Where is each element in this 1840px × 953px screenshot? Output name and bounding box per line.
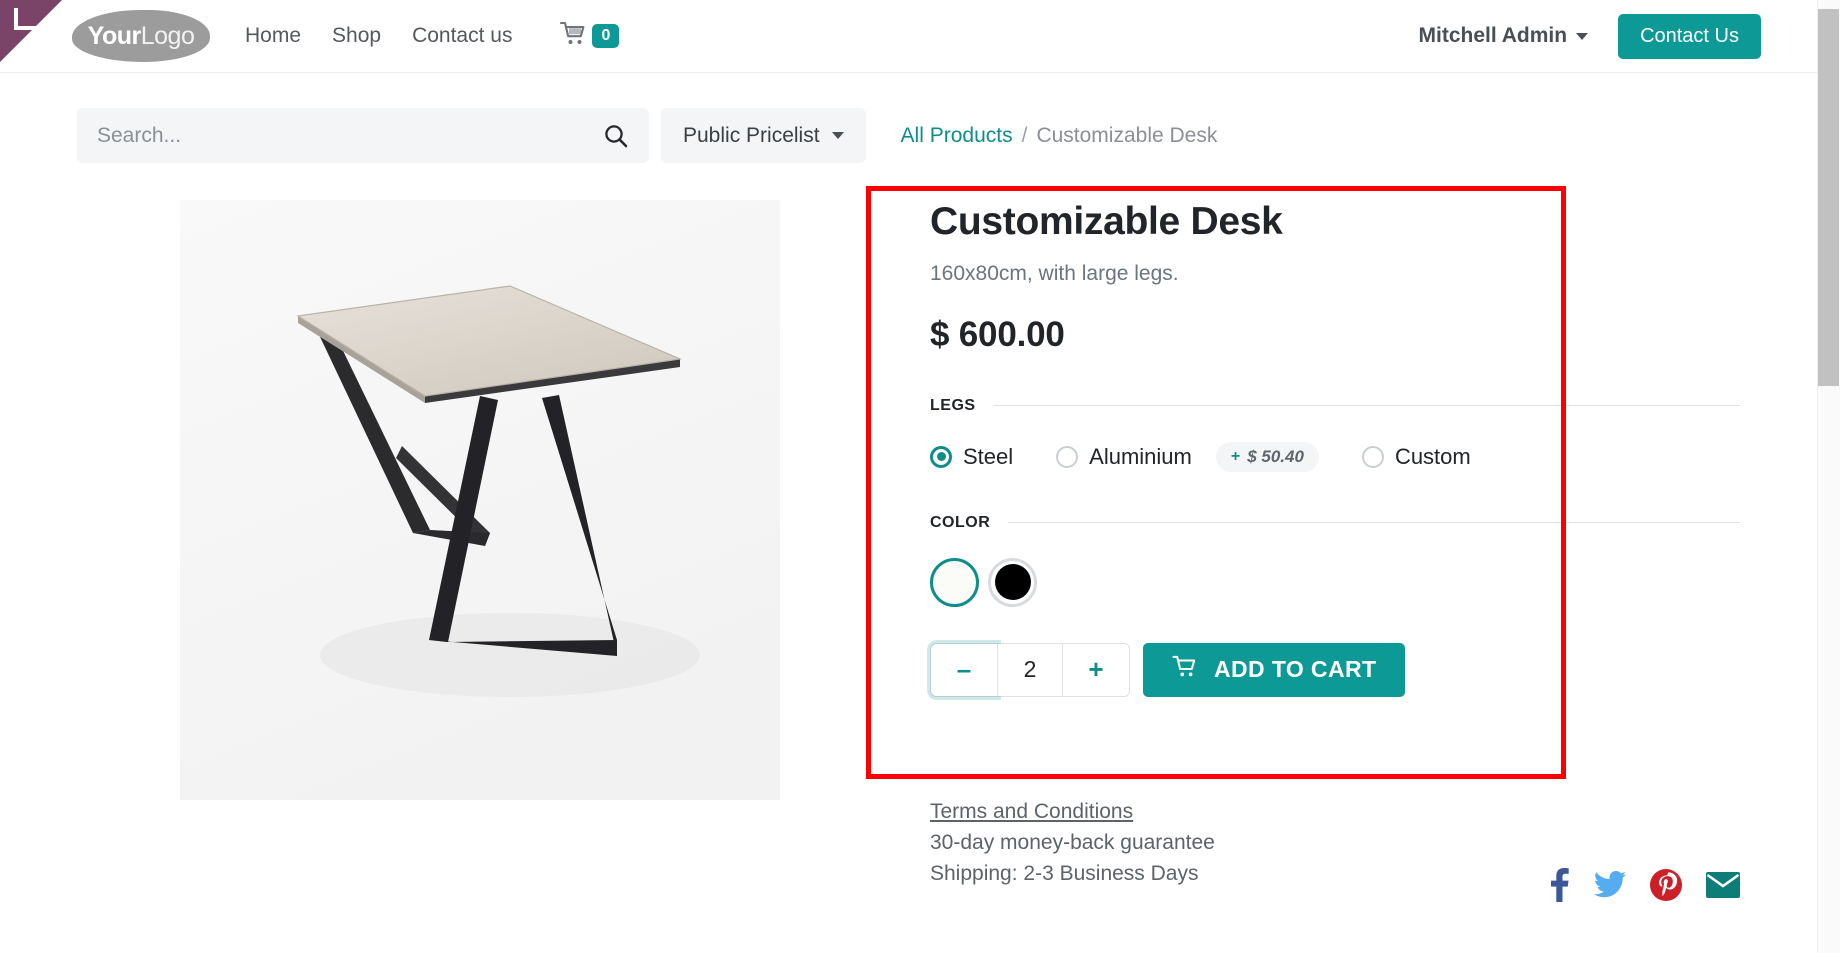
cart-link[interactable]: 0 — [560, 21, 620, 52]
breadcrumb-all-products[interactable]: All Products — [901, 124, 1013, 148]
nav-links: Home Shop Contact us — [243, 20, 514, 52]
plus-sign: + — [1230, 447, 1241, 465]
attribute-options-color — [930, 557, 1740, 607]
shopping-cart-icon — [560, 21, 588, 52]
radio-label-aluminium: Aluminium — [1089, 443, 1192, 469]
nav-link-shop[interactable]: Shop — [330, 20, 383, 52]
product-image[interactable] — [180, 200, 780, 800]
page-scrollbar-track[interactable] — [1817, 0, 1840, 953]
extra-price-value: $ 50.40 — [1247, 446, 1304, 466]
product-subtitle: 160x80cm, with large legs. — [930, 261, 1179, 285]
breadcrumb: All Products / Customizable Desk — [901, 124, 1218, 148]
radio-indicator-aluminium[interactable] — [1056, 445, 1079, 468]
user-menu-label: Mitchell Admin — [1418, 24, 1568, 47]
radio-indicator-custom[interactable] — [1361, 445, 1384, 468]
radio-option-custom[interactable]: Custom — [1361, 443, 1471, 470]
divider — [993, 405, 1740, 407]
quantity-increase-button[interactable]: + — [1063, 643, 1129, 696]
product-details: Customizable Desk 160x80cm, with large l… — [930, 200, 1740, 697]
quantity-stepper: – 2 + — [930, 642, 1130, 697]
divider — [1008, 522, 1740, 524]
search-icon[interactable] — [603, 123, 629, 149]
search-input[interactable] — [97, 123, 603, 148]
pricelist-dropdown[interactable]: Public Pricelist — [661, 108, 866, 163]
page-title: Customizable Desk — [930, 200, 1283, 243]
logo-text-light: Logo — [140, 21, 195, 50]
extra-price-badge-aluminium: + $ 50.40 — [1215, 441, 1319, 472]
attribute-header-legs: LEGS — [930, 397, 1740, 415]
shopping-cart-icon — [1172, 655, 1199, 685]
toolbar-row: Public Pricelist All Products / Customiz… — [0, 108, 1817, 163]
facebook-icon[interactable] — [1546, 868, 1570, 902]
radio-indicator-steel[interactable] — [930, 445, 952, 468]
page-root: Your Logo Home Shop Contact us 0 Mitchell… — [0, 0, 1840, 953]
add-to-cart-label: ADD TO CART — [1214, 656, 1377, 683]
attribute-label-legs: LEGS — [930, 396, 976, 414]
chevron-down-icon — [831, 132, 844, 139]
color-swatch-white[interactable] — [930, 557, 979, 607]
chevron-down-icon — [1576, 32, 1589, 40]
email-icon[interactable] — [1706, 872, 1740, 898]
breadcrumb-current: Customizable Desk — [1036, 123, 1218, 147]
radio-label-custom: Custom — [1394, 443, 1471, 469]
attribute-header-color: COLOR — [930, 514, 1740, 532]
add-to-cart-button[interactable]: ADD TO CART — [1143, 642, 1406, 697]
top-navbar: Your Logo Home Shop Contact us 0 Mitchell… — [0, 0, 1817, 73]
shipping-text: Shipping: 2-3 Business Days — [930, 862, 1199, 885]
quantity-decrease-button[interactable]: – — [931, 643, 997, 696]
radio-option-aluminium[interactable]: Aluminium + $ 50.40 — [1056, 441, 1319, 472]
site-logo[interactable]: Your Logo — [72, 10, 210, 62]
user-menu[interactable]: Mitchell Admin — [1419, 24, 1589, 48]
breadcrumb-separator: / — [1021, 123, 1028, 147]
navbar-right: Mitchell Admin Contact Us — [1419, 13, 1761, 59]
twitter-icon[interactable] — [1594, 871, 1626, 899]
color-swatch-black[interactable] — [988, 557, 1037, 607]
corner-bracket-icon — [14, 8, 36, 30]
quantity-input[interactable]: 2 — [997, 643, 1063, 696]
pricelist-label: Public Pricelist — [683, 123, 820, 147]
terms-and-conditions-link[interactable]: Terms and Conditions — [930, 800, 1133, 824]
page-scrollbar-thumb[interactable] — [1818, 9, 1839, 386]
product-footnotes: Terms and Conditions 30-day money-back g… — [930, 800, 1215, 886]
purchase-row: – 2 + ADD TO CART — [930, 642, 1740, 697]
nav-link-contact-us[interactable]: Contact us — [410, 20, 514, 52]
search-box[interactable] — [77, 108, 649, 163]
logo-text: Your Logo — [72, 10, 210, 62]
attribute-label-color: COLOR — [930, 513, 991, 531]
logo-text-bold: Your — [87, 21, 142, 50]
nav-link-home[interactable]: Home — [243, 20, 303, 52]
guarantee-text: 30-day money-back guarantee — [930, 831, 1215, 854]
attribute-options-legs: Steel Aluminium + $ 50.40 Custom — [930, 441, 1740, 472]
radio-label-steel: Steel — [963, 443, 1014, 469]
social-share-row — [1546, 868, 1740, 902]
cart-count-badge: 0 — [592, 24, 620, 48]
radio-option-steel[interactable]: Steel — [930, 444, 1013, 470]
contact-us-button[interactable]: Contact Us — [1618, 13, 1761, 59]
product-price: $ 600.00 — [930, 314, 1065, 354]
pinterest-icon[interactable] — [1650, 869, 1682, 901]
